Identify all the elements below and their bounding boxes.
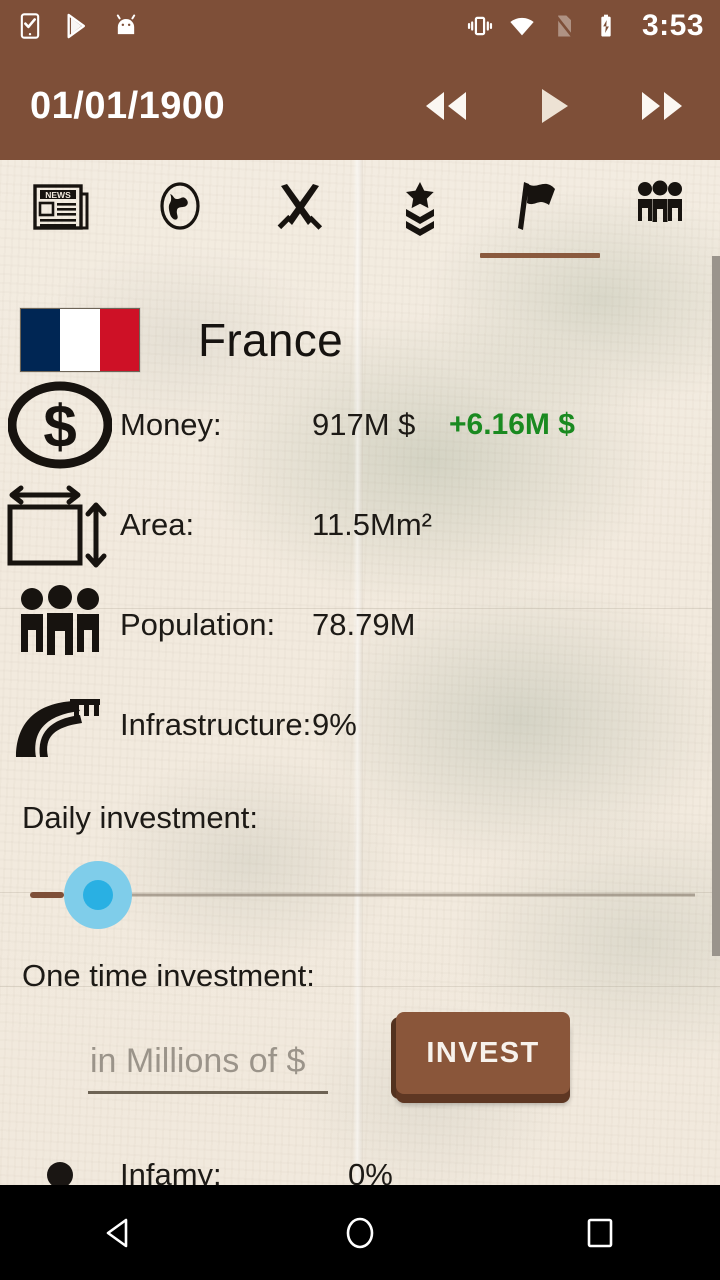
fast-forward-button[interactable] — [634, 84, 690, 128]
tab-news[interactable]: NEWS — [0, 160, 120, 270]
population-icon — [0, 575, 120, 675]
daily-investment-slider[interactable] — [0, 860, 720, 930]
game-date: 01/01/1900 — [30, 84, 226, 127]
stat-value-infrastructure: 9% — [312, 707, 357, 742]
tab-world[interactable] — [120, 160, 240, 270]
slider-track-filled — [30, 892, 64, 898]
no-sim-icon — [550, 12, 578, 40]
stat-value-infamy: 0% — [348, 1157, 393, 1185]
road-icon — [0, 675, 120, 775]
country-flag-icon — [20, 308, 140, 372]
play-store-icon — [64, 12, 92, 40]
stat-label-population: Population: — [120, 607, 276, 642]
status-bar-notification-icons — [16, 12, 140, 40]
android-navigation-bar — [0, 1185, 720, 1280]
svg-text:NEWS: NEWS — [45, 190, 71, 200]
stat-label-area: Area: — [120, 507, 195, 542]
tab-population[interactable] — [600, 160, 720, 270]
status-bar-clock: 3:53 — [641, 9, 704, 42]
slider-thumb[interactable] — [83, 880, 113, 910]
speed-controls — [418, 84, 690, 128]
stat-value-population: 78.79M — [312, 607, 416, 642]
android-head-icon — [112, 12, 140, 40]
tab-military[interactable] — [360, 160, 480, 270]
recents-button[interactable] — [545, 1185, 655, 1280]
slider-track-remaining — [130, 893, 695, 897]
svg-text:$: $ — [43, 393, 76, 460]
stat-label-money: Money: — [120, 407, 222, 442]
stat-label-infrastructure: Infrastructure: — [120, 707, 312, 742]
back-button[interactable] — [65, 1185, 175, 1280]
active-tab-indicator — [480, 253, 600, 258]
one-time-investment-row: INVEST — [0, 1000, 720, 1140]
one-time-investment-label: One time investment: — [22, 958, 315, 993]
stat-value-area: 11.5Mm² — [312, 507, 433, 542]
area-icon — [0, 475, 120, 575]
play-button[interactable] — [526, 84, 582, 128]
vertical-scrollbar[interactable] — [712, 256, 720, 956]
home-button[interactable] — [305, 1185, 415, 1280]
country-panel: NEWS France $ Money: 917M $ +6.16M $ Are… — [0, 160, 720, 1185]
tab-country[interactable] — [480, 160, 600, 270]
main-tab-bar: NEWS — [0, 160, 720, 270]
sms-check-icon — [16, 12, 44, 40]
daily-investment-label: Daily investment: — [22, 800, 259, 835]
infamy-dot-icon — [0, 1162, 120, 1185]
money-coin-icon: $ — [0, 375, 120, 475]
app-screen: 3:53 01/01/1900 NEWS France $ Money: 917… — [0, 0, 720, 1280]
stat-row-area: Area: 11.5Mm² — [0, 475, 720, 575]
stat-row-money: $ Money: 917M $ +6.16M $ — [0, 375, 720, 475]
wifi-icon — [508, 12, 536, 40]
battery-charging-icon — [592, 12, 620, 40]
stat-value-money: 917M $ — [312, 407, 416, 442]
stat-label-infamy: Infamy: — [120, 1157, 222, 1185]
status-bar: 3:53 — [0, 0, 720, 52]
status-bar-system-icons: 3:53 — [466, 11, 704, 41]
stat-row-infamy: Infamy: 0% — [0, 1145, 720, 1185]
stat-row-infrastructure: Infrastructure: 9% — [0, 675, 720, 775]
stat-row-population: Population: 78.79M — [0, 575, 720, 675]
vibrate-icon — [466, 12, 494, 40]
stat-delta-money: +6.16M $ — [449, 408, 575, 441]
investment-amount-input[interactable] — [88, 1042, 328, 1094]
invest-button[interactable]: INVEST — [396, 1012, 570, 1094]
tab-war[interactable] — [240, 160, 360, 270]
app-bar: 01/01/1900 — [0, 52, 720, 160]
country-name: France — [198, 314, 343, 366]
rewind-button[interactable] — [418, 84, 474, 128]
